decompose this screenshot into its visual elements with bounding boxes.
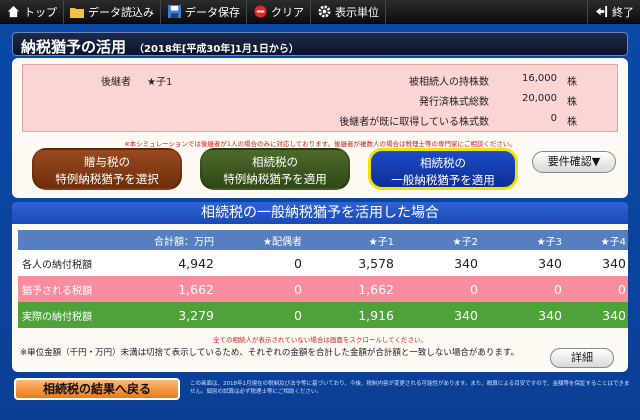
row-label: 猶予される税額 (22, 285, 92, 297)
info-label: 後継者が既に取得している株式数 (339, 117, 489, 128)
requirements-button[interactable]: 要件確認▼ (532, 151, 616, 173)
info-label: 発行済株式総数 (419, 97, 489, 108)
result-panel: 相続税の一般納税猶予を活用した場合 合計額：万円 ★配偶者 ★子1 ★子2 ★子… (12, 202, 628, 372)
menu-bar: トップ データ読込み データ保存 クリア 表示単位 終了 (0, 0, 640, 24)
menu-clear-button[interactable]: クリア (247, 0, 311, 24)
table-cell: 3,279 (178, 307, 214, 323)
table-cell: 0 (470, 281, 478, 297)
table-cell: 340 (602, 307, 626, 323)
result-table: 合計額：万円 ★配偶者 ★子1 ★子2 ★子3 ★子4 各人の納付税額 4,94… (18, 230, 628, 328)
table-row: 猶予される税額 1,662 0 1,662 0 0 0 (18, 276, 628, 302)
disclaimer-note: この画面は、2018年1月現在の税制及び法令等に基づいており、今後、税制内容が変… (190, 381, 630, 395)
table-cell: 3,578 (358, 255, 394, 271)
column-header: ★子4 (600, 236, 626, 248)
successor-label: 後継者 (101, 77, 131, 88)
general-button-line1: 相続税の (420, 156, 466, 170)
table-cell: 340 (454, 307, 478, 323)
info-row-0: 後継者 ★子1 被相続人の持株数 16,000 株 (23, 73, 617, 89)
menu-exit-button[interactable]: 終了 (587, 0, 640, 24)
successor-value: ★子1 (147, 77, 173, 88)
table-cell: 0 (554, 281, 562, 297)
table-cell: 1,916 (358, 307, 394, 323)
menu-save-button[interactable]: データ保存 (161, 0, 247, 24)
gift-button-line2: 特例納税猶予を選択 (55, 172, 159, 186)
table-cell: 340 (538, 255, 562, 271)
table-cell: 0 (294, 307, 302, 323)
table-cell: 0 (294, 281, 302, 297)
info-value: 16,000 (522, 73, 557, 84)
info-unit: 株 (567, 97, 577, 108)
folder-icon (70, 5, 84, 19)
share-info-box: 後継者 ★子1 被相続人の持株数 16,000 株 発行済株式総数 20,000… (22, 64, 618, 132)
menu-exit-label: 終了 (612, 5, 634, 19)
table-row: 実際の納付税額 3,279 0 1,916 340 340 340 (18, 302, 628, 328)
page-title-bar: 納税猶予の活用 （2018年[平成30年]1月1日から） (12, 32, 628, 56)
table-cell: 340 (602, 255, 626, 271)
menu-clear-label: クリア (271, 5, 304, 19)
exit-icon (594, 5, 608, 19)
menu-unit-label: 表示単位 (335, 5, 379, 19)
table-cell: 0 (618, 281, 626, 297)
back-to-results-button[interactable]: 相続税の結果へ戻る (14, 378, 180, 400)
row-label: 実際の納付税額 (22, 311, 92, 323)
gift-tax-deferral-button[interactable]: 贈与税の 特例納税猶予を選択 (32, 148, 182, 190)
menu-unit-button[interactable]: 表示単位 (311, 0, 386, 24)
home-icon (6, 5, 20, 19)
settings-panel: 後継者 ★子1 被相続人の持株数 16,000 株 発行済株式総数 20,000… (12, 58, 628, 198)
table-cell: 1,662 (358, 281, 394, 297)
column-header: ★配偶者 (263, 236, 302, 248)
table-cell: 340 (538, 307, 562, 323)
menu-top-label: トップ (24, 5, 57, 19)
special-button-line1: 相続税の (252, 155, 298, 169)
detail-button[interactable]: 詳細 (550, 348, 614, 368)
successor-notice: ※本シミュレーションでは後継者が1人の場合のみに対応しております。後継者が複数人… (124, 140, 516, 148)
info-value: 20,000 (522, 93, 557, 104)
menu-top-button[interactable]: トップ (0, 0, 64, 24)
info-unit: 株 (567, 77, 577, 88)
info-row-2: 後継者が既に取得している株式数 0 株 (23, 113, 617, 129)
gear-icon (317, 5, 331, 19)
table-cell: 0 (294, 255, 302, 271)
scroll-notice: 全ての相続人が表示されていない場合は画面をスクロールしてください。 (213, 336, 427, 344)
result-header: 相続税の一般納税猶予を活用した場合 (12, 202, 628, 224)
clear-icon (253, 5, 267, 19)
column-header: ★子2 (452, 236, 478, 248)
gift-button-line1: 贈与税の (84, 155, 130, 169)
column-header: 合計額：万円 (154, 236, 214, 248)
table-cell: 340 (454, 255, 478, 271)
special-deferral-button[interactable]: 相続税の 特例納税猶予を適用 (200, 148, 350, 190)
info-row-1: 発行済株式総数 20,000 株 (23, 93, 617, 109)
page-title: 納税猶予の活用 (21, 38, 127, 56)
info-value: 0 (550, 113, 557, 124)
save-icon (167, 5, 181, 19)
column-header: ★子3 (536, 236, 562, 248)
general-button-line2: 一般納税猶予を適用 (391, 173, 495, 187)
table-header-row: 合計額：万円 ★配偶者 ★子1 ★子2 ★子3 ★子4 (18, 230, 628, 250)
row-label: 各人の納付税額 (22, 259, 92, 271)
table-cell: 1,662 (178, 281, 214, 297)
general-deferral-button[interactable]: 相続税の 一般納税猶予を適用 (368, 148, 518, 190)
special-button-line2: 特例納税猶予を適用 (223, 172, 327, 186)
info-unit: 株 (567, 117, 577, 128)
column-header: ★子1 (368, 236, 394, 248)
rounding-note: ※単位金額（千円・万円）未満は切捨て表示しているため、それぞれの金額を合計した金… (20, 348, 520, 358)
info-label: 被相続人の持株数 (409, 77, 489, 88)
menu-save-label: データ保存 (185, 5, 240, 19)
menu-load-label: データ読込み (88, 5, 154, 19)
page-subtitle: （2018年[平成30年]1月1日から） (134, 44, 299, 55)
table-cell: 4,942 (178, 255, 214, 271)
menu-load-button[interactable]: データ読込み (64, 0, 161, 24)
table-row: 各人の納付税額 4,942 0 3,578 340 340 340 (18, 250, 628, 276)
